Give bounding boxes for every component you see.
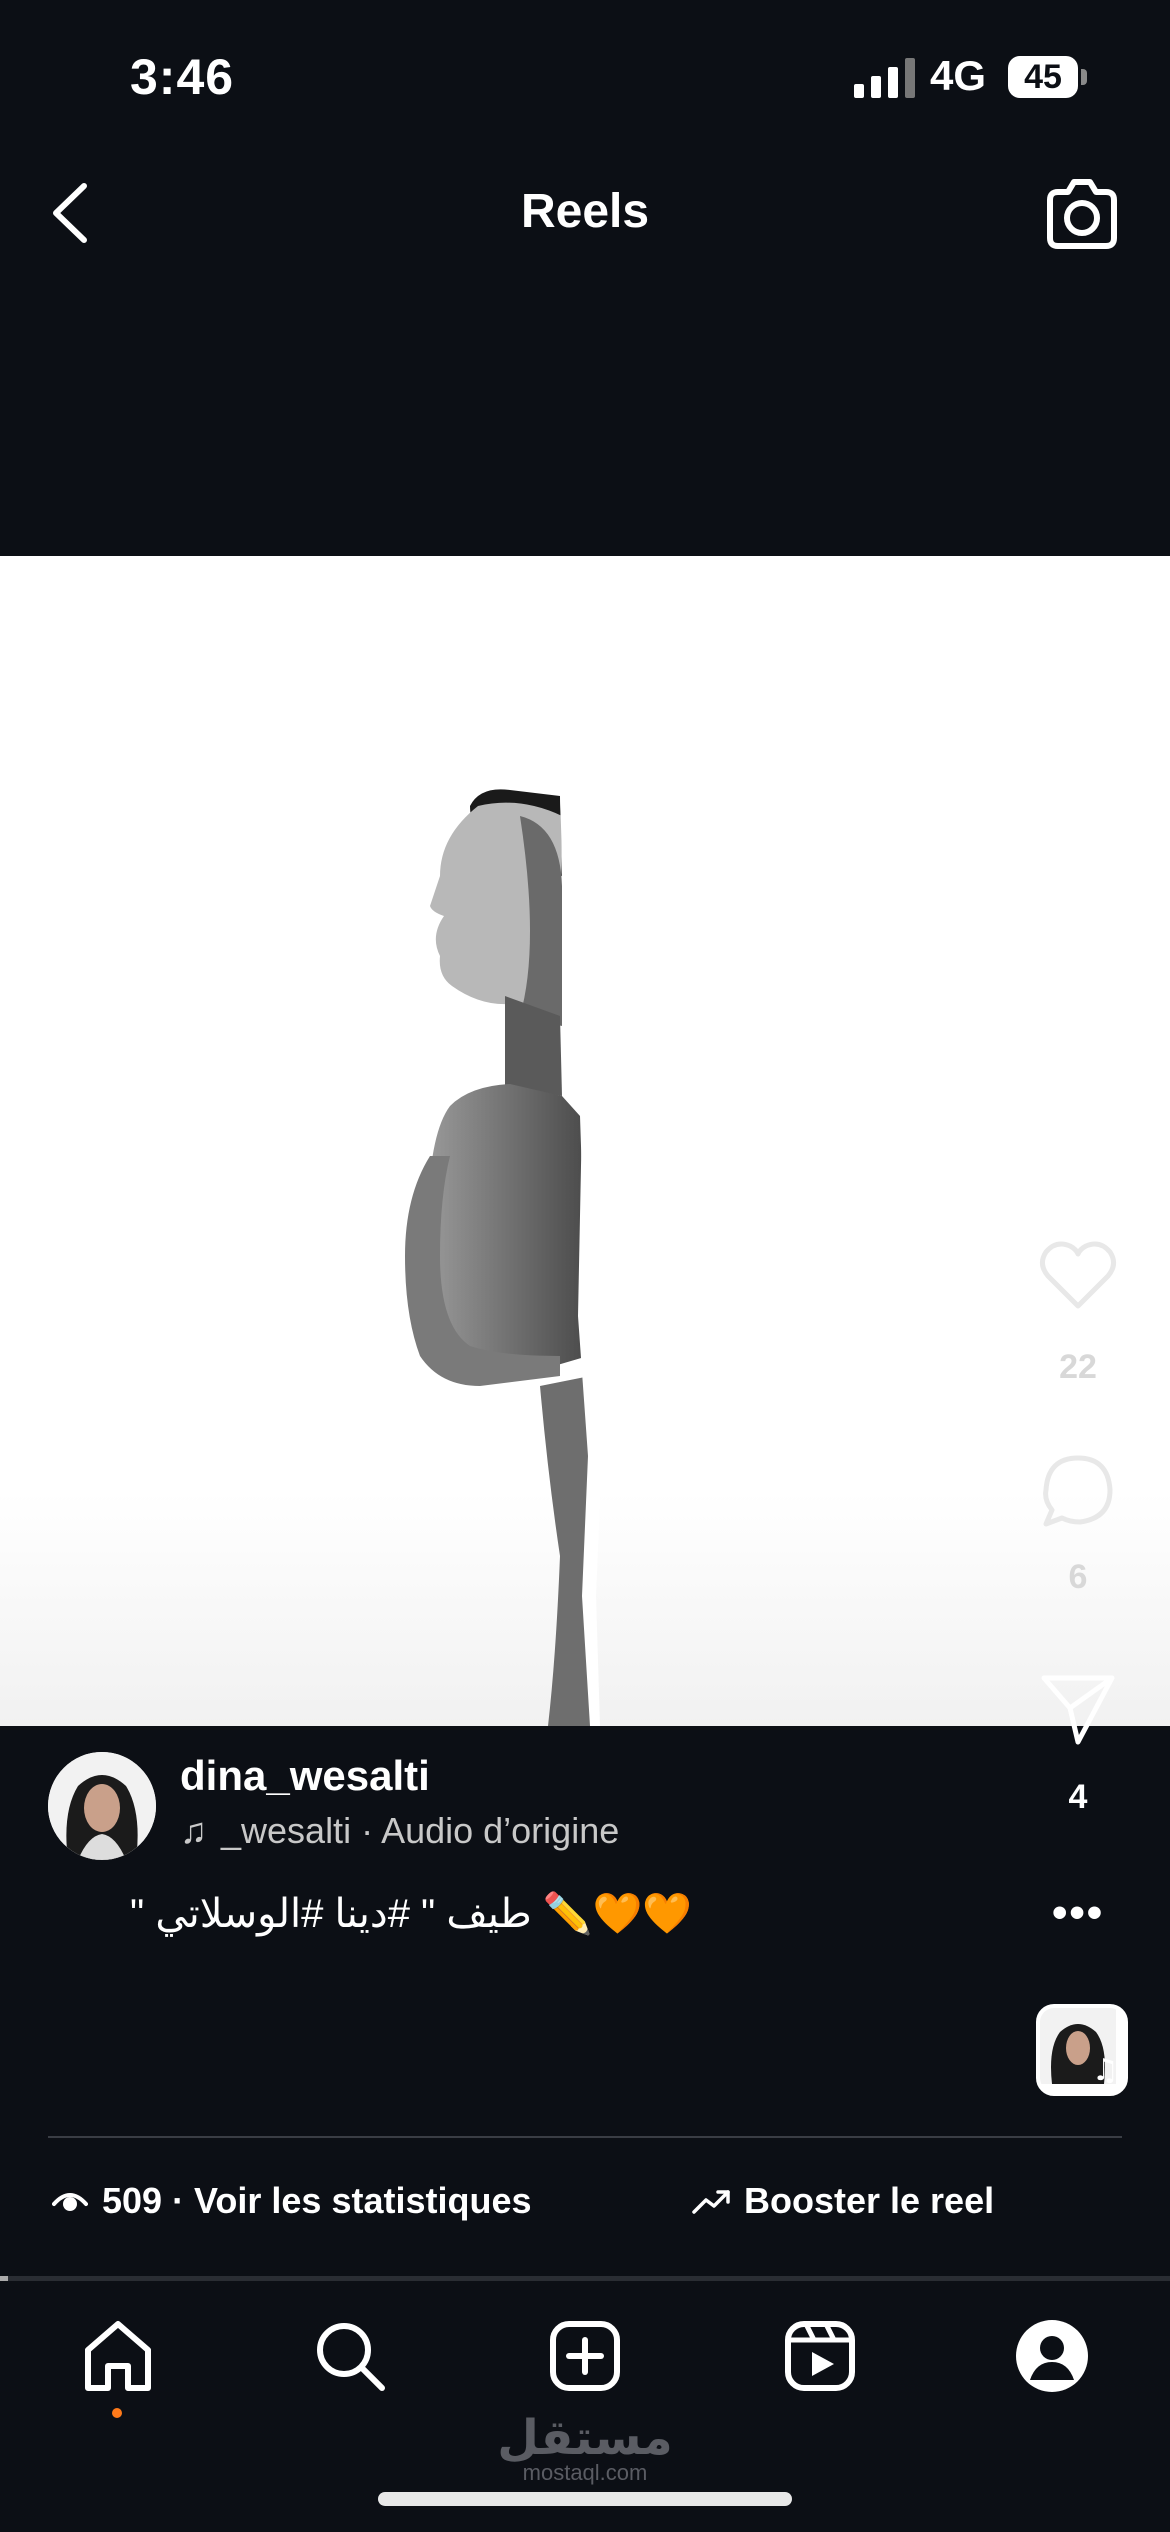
like-count: 22 [1059,1348,1097,1386]
home-indicator[interactable] [378,2492,792,2506]
camera-icon[interactable] [1040,172,1124,256]
watermark-arabic: مستقل [497,2412,673,2465]
eye-icon [52,2193,88,2211]
music-note-icon: ♫ [180,1810,207,1851]
reel-video[interactable] [0,556,1170,1726]
video-progress-bar[interactable] [0,2276,1170,2281]
home-icon[interactable] [78,2316,158,2396]
boost-label: Booster le reel [744,2180,995,2221]
watermark-latin: mostaql.com [522,2460,648,2485]
signal-icon [854,58,915,98]
create-post-icon[interactable] [545,2316,625,2396]
stats-label: 509 · Voir les statistiques [102,2180,532,2221]
audio-label: _wesalti · Audio d’origine [221,1810,620,1851]
view-statistics-button[interactable]: 509 · Voir les statistiques [52,2180,532,2222]
battery-icon: 45 [1008,56,1088,98]
network-type: 4G [930,52,987,99]
divider [48,2136,1122,2138]
comment-count: 6 [1068,1558,1088,1596]
username[interactable]: dina_wesalti [180,1752,430,1800]
audio-thumbnail[interactable]: ♫ [1036,2004,1128,2096]
profile-icon[interactable] [1012,2316,1092,2396]
boost-reel-button[interactable]: Booster le reel [692,2180,994,2222]
reel-portrait-image [405,789,602,1726]
audio-link[interactable]: ♫ _wesalti · Audio d’origine [180,1810,619,1852]
send-icon[interactable] [1036,1664,1120,1748]
status-time: 3:46 [130,49,235,105]
reels-icon[interactable] [780,2316,860,2396]
battery-level: 45 [1008,56,1078,98]
comment-icon[interactable] [1036,1450,1120,1534]
page-title: Reels [520,185,650,238]
avatar[interactable] [48,1752,156,1860]
search-icon[interactable] [310,2316,390,2396]
trending-up-icon [692,2190,730,2214]
post-caption: " طيف " #دينا #الوسلاتي ✏️🧡🧡 [130,1892,693,1936]
more-options-icon[interactable]: ••• [1052,1888,1104,1938]
svg-text:♫: ♫ [1092,2053,1116,2084]
heart-icon[interactable] [1036,1234,1120,1318]
share-count: 4 [1068,1778,1088,1816]
